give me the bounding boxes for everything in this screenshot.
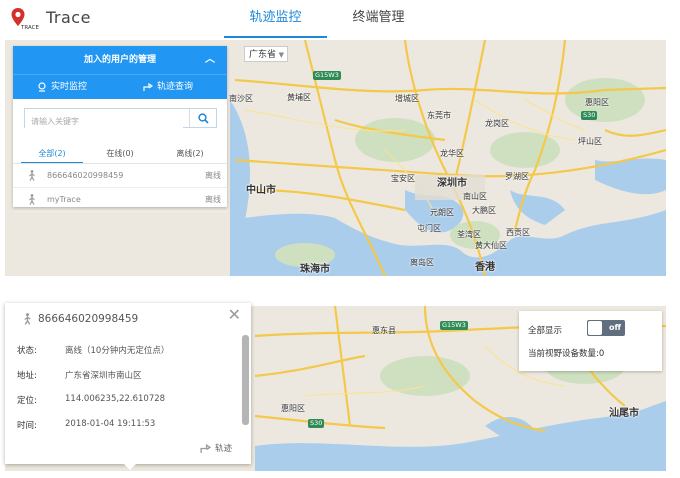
map-label: 坪山区 <box>578 137 602 146</box>
map-label: 元朗区 <box>430 208 454 217</box>
track-link-label: 轨迹 <box>215 444 233 454</box>
scrollbar[interactable] <box>242 335 249 425</box>
brand-name: Trace <box>46 8 91 27</box>
map-label: 黄埔区 <box>287 93 311 102</box>
filter-online[interactable]: 在线(0) <box>89 146 151 162</box>
search-box <box>24 108 217 132</box>
info-window-pointer <box>123 463 137 470</box>
device-status: 离线 <box>205 195 221 204</box>
panel-subtabs: 实时监控 轨迹查询 <box>13 74 227 99</box>
show-all-label: 全部显示 <box>528 326 563 336</box>
info-label-time: 时间: <box>17 421 37 431</box>
map-label: 宝安区 <box>391 174 415 183</box>
map-label: 南山区 <box>463 192 487 201</box>
filter-all[interactable]: 全部(2) <box>21 146 83 164</box>
location-target-icon <box>38 82 46 92</box>
app-header: TRACE Trace 轨迹监控 终端管理 <box>0 0 680 38</box>
map-label: 西贡区 <box>506 228 530 237</box>
map-label: 中山市 <box>246 185 276 196</box>
person-walking-icon <box>29 170 35 181</box>
search-icon <box>197 112 209 124</box>
map-label: 东莞市 <box>427 111 451 120</box>
route-icon <box>200 443 211 453</box>
subtab-realtime-label: 实时监控 <box>51 82 88 92</box>
map-label: 罗湖区 <box>505 172 529 181</box>
tab-track-monitor[interactable]: 轨迹监控 <box>224 0 327 38</box>
subtab-track-query[interactable]: 轨迹查询 <box>143 75 193 99</box>
device-count: 当前视野设备数量:0 <box>528 349 605 359</box>
subtab-realtime-monitor[interactable]: 实时监控 <box>37 75 87 99</box>
info-label-position: 定位: <box>17 396 37 406</box>
filter-offline[interactable]: 离线(2) <box>159 146 221 162</box>
info-window-title: 866646020998459 <box>23 313 138 325</box>
chevron-up-icon[interactable]: ︿ <box>205 46 215 74</box>
highway-badge-s30: S30 <box>581 111 598 120</box>
device-list-item[interactable]: 866646020998459 离线 <box>13 164 227 188</box>
info-label-address: 地址: <box>17 371 37 381</box>
highway-badge-s30: S30 <box>308 419 325 428</box>
device-info-window: 866646020998459 ✕ 状态: 离线（10分钟内无定位点） 地址: … <box>5 303 251 470</box>
info-device-id: 866646020998459 <box>38 313 139 325</box>
map-label: 龙岗区 <box>485 119 509 128</box>
map-label: 香港 <box>475 262 495 273</box>
panel-header[interactable]: 加入的用户的管理 ︿ <box>13 46 227 74</box>
info-label-status: 状态: <box>17 346 37 356</box>
location-pin-logo: TRACE <box>11 8 39 31</box>
device-status: 离线 <box>205 171 221 180</box>
map-label: 龙华区 <box>440 149 464 158</box>
close-icon[interactable]: ✕ <box>228 305 241 324</box>
chevron-down-icon: ▼ <box>278 51 284 59</box>
info-value-time: 2018-01-04 19:11:53 <box>65 419 156 429</box>
map-label: 深圳市 <box>437 178 467 189</box>
route-icon <box>143 82 153 91</box>
info-value-address: 广东省深圳市南山区 <box>65 371 142 381</box>
device-panel: 加入的用户的管理 ︿ 实时监控 轨迹查询 全部(2) 在线(0) 离线(2) 8… <box>13 46 227 212</box>
map-control-box: 全部显示 off 当前视野设备数量:0 <box>519 311 662 371</box>
info-value-status: 离线（10分钟内无定位点） <box>65 346 170 356</box>
device-list-item[interactable]: myTrace 离线 <box>13 188 227 212</box>
map-label: 惠阳区 <box>585 98 609 107</box>
person-walking-icon <box>29 194 35 205</box>
device-name: 866646020998459 <box>47 171 124 180</box>
device-name: myTrace <box>47 195 81 204</box>
province-select-value: 广东省 <box>249 50 277 60</box>
track-link[interactable]: 轨迹 <box>200 442 232 454</box>
subtab-track-label: 轨迹查询 <box>157 82 194 92</box>
search-button[interactable] <box>189 109 216 127</box>
toggle-state: off <box>609 323 621 332</box>
person-walking-icon <box>24 313 31 325</box>
logo-text: TRACE <box>20 25 39 31</box>
map-label: 惠阳区 <box>281 404 305 413</box>
panel-title: 加入的用户的管理 <box>83 55 156 65</box>
map-label: 南沙区 <box>229 94 253 103</box>
highway-badge-g15w3: G15W3 <box>440 321 468 330</box>
toggle-knob <box>588 321 602 335</box>
province-select[interactable]: 广东省 ▼ <box>244 46 288 62</box>
search-input[interactable] <box>25 111 183 132</box>
map-label: 汕尾市 <box>609 408 639 419</box>
show-all-toggle[interactable]: off <box>587 320 625 336</box>
map-label: 屯门区 <box>417 224 441 233</box>
map-label: 大鹏区 <box>472 206 496 215</box>
map-label: 荃湾区 <box>457 230 481 239</box>
map-label: 离岛区 <box>410 258 434 267</box>
info-value-position: 114.006235,22.610728 <box>65 394 166 404</box>
map-label: 惠东县 <box>372 326 396 335</box>
tab-terminal-management[interactable]: 终端管理 <box>327 0 430 38</box>
map-label: 增城区 <box>395 94 419 103</box>
map-label: 珠海市 <box>300 264 330 275</box>
highway-badge-g15w3: G15W3 <box>313 71 341 80</box>
map-label: 黄大仙区 <box>475 241 507 250</box>
